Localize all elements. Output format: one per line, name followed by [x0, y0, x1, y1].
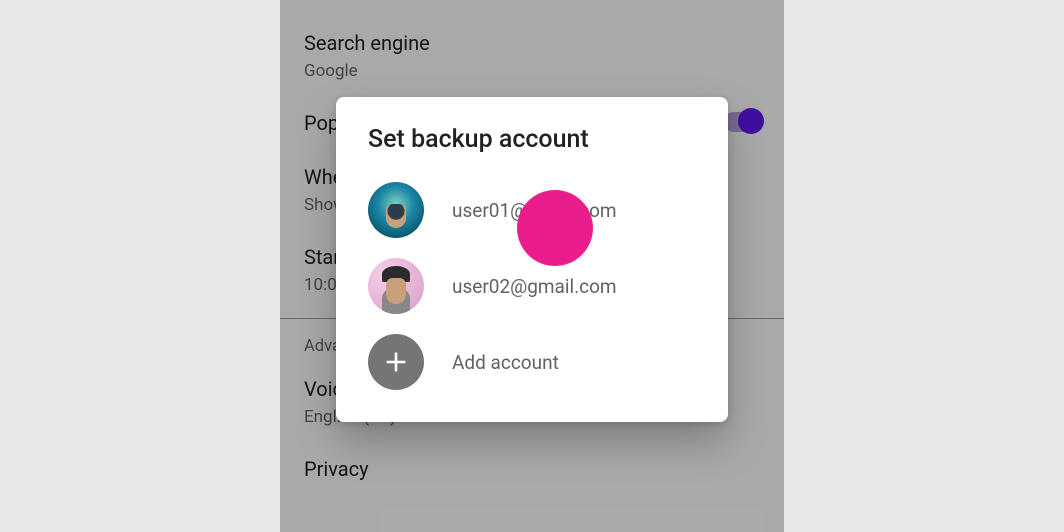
- account-option-user02[interactable]: user02@gmail.com: [336, 248, 728, 324]
- backup-account-dialog: Set backup account user01@gmail.com user…: [336, 97, 728, 422]
- add-account-button[interactable]: Add account: [336, 324, 728, 400]
- avatar: [368, 258, 424, 314]
- add-account-label: Add account: [452, 351, 559, 374]
- avatar: [368, 182, 424, 238]
- account-option-user01[interactable]: user01@gmail.com: [336, 172, 728, 248]
- dialog-title: Set backup account: [336, 97, 728, 172]
- account-email: user01@gmail.com: [452, 199, 617, 222]
- account-email: user02@gmail.com: [452, 275, 617, 298]
- plus-icon: [368, 334, 424, 390]
